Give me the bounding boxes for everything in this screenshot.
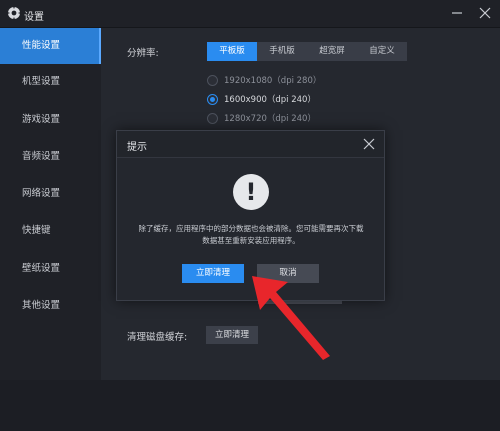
sidebar-item-wallpaper[interactable]: 壁纸设置 xyxy=(0,251,101,287)
resolution-label: 分辨率: xyxy=(127,48,159,59)
tab-ultrawide[interactable]: 超宽屏 xyxy=(307,42,357,61)
clear-cache-button[interactable]: 立即清理 xyxy=(206,326,258,344)
radio-button[interactable] xyxy=(207,75,218,86)
close-icon[interactable] xyxy=(474,4,496,22)
settings-window: 设置 性能设置 机型设置 游戏设置 音频设置 网络设置 快捷键 壁纸设置 其他设… xyxy=(0,0,500,431)
dialog-header: 提示 xyxy=(117,131,384,158)
cache-clear-label: 清理磁盘缓存: xyxy=(127,332,188,343)
sidebar-item-game[interactable]: 游戏设置 xyxy=(0,102,101,138)
radio-button[interactable] xyxy=(207,113,218,124)
confirm-clear-button[interactable]: 立即清理 xyxy=(182,264,244,283)
tab-tablet[interactable]: 平板版 xyxy=(207,42,257,61)
warning-icon: ! xyxy=(233,174,269,210)
title-bar: 设置 xyxy=(0,0,500,28)
resolution-option-1600[interactable]: 1600x900（dpi 240） xyxy=(207,93,317,107)
tab-phone[interactable]: 手机版 xyxy=(257,42,307,61)
dialog-message-line-1: 除了缓存，应用程序中的部分数据也会被清除。您可能需要再次下载 xyxy=(138,224,364,233)
confirm-dialog: 提示 ! 除了缓存，应用程序中的部分数据也会被清除。您可能需要再次下载 数据甚至… xyxy=(116,130,385,301)
gear-icon xyxy=(8,7,20,19)
warning-glyph: ! xyxy=(245,178,257,206)
radio-label: 1280x720（dpi 240） xyxy=(224,114,316,124)
sidebar-item-performance[interactable]: 性能设置 xyxy=(0,28,101,64)
cancel-button[interactable]: 取消 xyxy=(257,264,319,283)
dialog-title: 提示 xyxy=(127,142,147,153)
radio-button-checked[interactable] xyxy=(207,94,218,105)
sidebar-item-shortcuts[interactable]: 快捷键 xyxy=(0,213,101,249)
minimize-icon[interactable] xyxy=(446,4,468,22)
dialog-message-line-2: 数据甚至重新安装应用程序。 xyxy=(202,236,300,245)
radio-label: 1600x900（dpi 240） xyxy=(224,95,316,105)
sidebar-item-other[interactable]: 其他设置 xyxy=(0,288,101,324)
tab-custom[interactable]: 自定义 xyxy=(357,42,407,61)
window-title: 设置 xyxy=(24,12,44,23)
sidebar-item-audio[interactable]: 音频设置 xyxy=(0,139,101,175)
sidebar-item-network[interactable]: 网络设置 xyxy=(0,176,101,212)
dialog-close-icon[interactable] xyxy=(362,137,376,151)
resolution-option-1920[interactable]: 1920x1080（dpi 280） xyxy=(207,74,321,88)
settings-sidebar: 性能设置 机型设置 游戏设置 音频设置 网络设置 快捷键 壁纸设置 其他设置 xyxy=(0,28,101,380)
resolution-option-1280[interactable]: 1280x720（dpi 240） xyxy=(207,112,317,126)
dialog-message: 除了缓存，应用程序中的部分数据也会被清除。您可能需要再次下载 数据甚至重新安装应… xyxy=(129,223,373,247)
window-footer xyxy=(0,380,500,431)
sidebar-item-device-model[interactable]: 机型设置 xyxy=(0,64,101,100)
slider-track xyxy=(258,301,342,304)
radio-label: 1920x1080（dpi 280） xyxy=(224,76,322,86)
